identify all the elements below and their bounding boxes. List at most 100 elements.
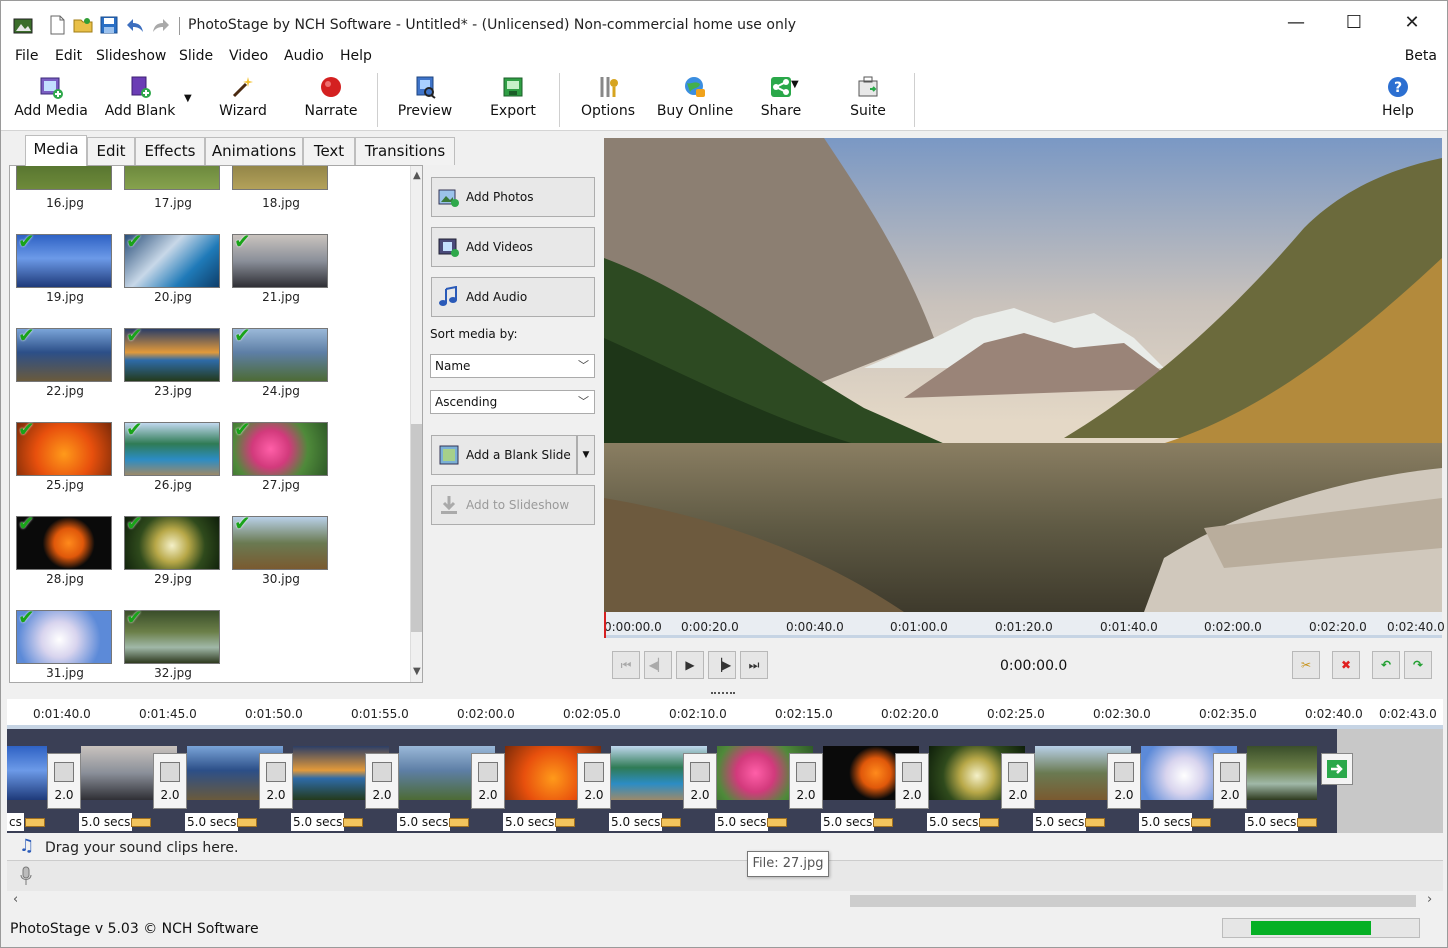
export-button[interactable]: Export <box>483 75 543 129</box>
tab-media[interactable]: Media <box>25 135 87 166</box>
media-thumbnail[interactable]: ✔ <box>16 229 112 288</box>
menu-slideshow[interactable]: Slideshow <box>96 48 166 64</box>
timeline-scrollbar[interactable]: ‹ › <box>7 891 1443 911</box>
media-thumbnail[interactable] <box>232 166 328 190</box>
cut-scissors-icon[interactable]: ✂ <box>1292 651 1320 679</box>
preview-button[interactable]: Preview <box>393 75 457 129</box>
options-button[interactable]: Options <box>575 75 641 129</box>
transition-block[interactable]: 2.0 <box>577 753 611 809</box>
media-thumbnail[interactable]: ✔ <box>16 323 112 382</box>
add-blank-button[interactable]: Add Blank <box>103 75 177 129</box>
narrate-button[interactable]: Narrate <box>299 75 363 129</box>
media-thumbnail[interactable]: ✔ <box>232 229 328 288</box>
transition-block[interactable]: 2.0 <box>895 753 929 809</box>
go-to-start-button[interactable]: ⏮ <box>612 651 640 679</box>
slide-duration[interactable]: 5.0 secs <box>1139 813 1193 831</box>
media-thumbnail[interactable]: ✔ <box>124 229 220 288</box>
media-thumbnail[interactable]: ✔ <box>124 605 220 664</box>
menu-audio[interactable]: Audio <box>284 48 324 64</box>
media-thumbnail[interactable]: ✔ <box>124 511 220 570</box>
slide-duration[interactable]: cs <box>7 813 24 831</box>
help-button[interactable]: ? Help <box>1375 75 1421 129</box>
add-videos-button[interactable]: Add Videos <box>431 227 595 267</box>
slide-duration[interactable]: 5.0 secs <box>291 813 345 831</box>
media-thumbnail[interactable]: ✔ <box>16 511 112 570</box>
add-blank-dropdown-icon[interactable]: ▼ <box>184 93 192 104</box>
scroll-up-icon[interactable]: ▲ <box>413 170 421 181</box>
add-photos-button[interactable]: Add Photos <box>431 177 595 217</box>
transition-block[interactable]: 2.0 <box>259 753 293 809</box>
maximize-button[interactable]: ☐ <box>1325 1 1383 45</box>
tab-effects[interactable]: Effects <box>135 137 205 165</box>
go-to-end-button[interactable]: ⏭ <box>740 651 768 679</box>
play-button[interactable]: ▶ <box>676 651 704 679</box>
tab-transitions[interactable]: Transitions <box>355 137 455 165</box>
menu-help[interactable]: Help <box>340 48 372 64</box>
delete-icon[interactable]: ✖ <box>1332 651 1360 679</box>
buy-online-button[interactable]: Buy Online <box>655 75 735 129</box>
media-thumbnail[interactable]: ✔ <box>232 323 328 382</box>
tab-edit[interactable]: Edit <box>87 137 135 165</box>
pane-splitter[interactable] <box>1 689 1447 699</box>
timeline-slide[interactable] <box>1247 746 1317 800</box>
wizard-button[interactable]: Wizard <box>213 75 273 129</box>
slide-duration[interactable]: 5.0 secs <box>715 813 769 831</box>
end-of-slideshow-button[interactable] <box>1321 753 1353 785</box>
slide-duration[interactable]: 5.0 secs <box>79 813 133 831</box>
save-icon[interactable] <box>99 15 119 35</box>
undo-icon[interactable] <box>125 15 145 35</box>
previous-frame-button[interactable]: ◀▏ <box>644 651 672 679</box>
transition-block[interactable]: 2.0 <box>1107 753 1141 809</box>
minimize-button[interactable]: — <box>1267 1 1325 45</box>
media-thumbnail[interactable] <box>16 166 112 190</box>
media-scrollbar-thumb[interactable] <box>411 424 422 632</box>
next-frame-button[interactable]: ▕▶ <box>708 651 736 679</box>
menu-video[interactable]: Video <box>229 48 268 64</box>
voice-track[interactable] <box>7 861 1443 891</box>
timeline-ruler[interactable]: 0:01:40.0 0:01:45.0 0:01:50.0 0:01:55.0 … <box>7 699 1443 729</box>
slide-duration[interactable]: 5.0 secs <box>503 813 557 831</box>
timeline-slide[interactable] <box>7 746 47 800</box>
slide-duration[interactable]: 5.0 secs <box>1033 813 1087 831</box>
rotate-right-icon[interactable]: ↷ <box>1404 651 1432 679</box>
menu-file[interactable]: File <box>15 48 38 64</box>
rotate-left-icon[interactable]: ↶ <box>1372 651 1400 679</box>
preview-time-ruler[interactable]: 0:00:00.0 0:00:20.0 0:00:40.0 0:01:00.0 … <box>604 612 1445 638</box>
transition-block[interactable]: 2.0 <box>47 753 81 809</box>
transition-block[interactable]: 2.0 <box>1213 753 1247 809</box>
slide-duration[interactable]: 5.0 secs <box>1245 813 1299 831</box>
tab-text[interactable]: Text <box>303 137 355 165</box>
transition-block[interactable]: 2.0 <box>365 753 399 809</box>
add-audio-button[interactable]: Add Audio <box>431 277 595 317</box>
share-button[interactable]: Share <box>753 75 809 129</box>
slide-duration[interactable]: 5.0 secs <box>609 813 663 831</box>
slide-duration[interactable]: 5.0 secs <box>927 813 981 831</box>
media-thumbnail[interactable]: ✔ <box>232 417 328 476</box>
playhead[interactable] <box>604 612 606 638</box>
scroll-down-icon[interactable]: ▼ <box>413 666 421 677</box>
open-folder-icon[interactable] <box>73 15 93 35</box>
transition-block[interactable]: 2.0 <box>683 753 717 809</box>
redo-icon[interactable] <box>151 15 171 35</box>
media-thumbnail[interactable]: ✔ <box>124 417 220 476</box>
add-to-slideshow-button[interactable]: Add to Slideshow <box>431 485 595 525</box>
media-thumbnail[interactable]: ✔ <box>16 605 112 664</box>
media-thumbnail[interactable]: ✔ <box>16 417 112 476</box>
menu-edit[interactable]: Edit <box>55 48 82 64</box>
add-blank-slide-dropdown[interactable]: ▼ <box>577 435 595 475</box>
transition-block[interactable]: 2.0 <box>153 753 187 809</box>
close-button[interactable]: ✕ <box>1383 1 1441 45</box>
scroll-left-icon[interactable]: ‹ <box>13 892 18 907</box>
slide-duration[interactable]: 5.0 secs <box>397 813 451 831</box>
transition-block[interactable]: 2.0 <box>471 753 505 809</box>
transition-block[interactable]: 2.0 <box>1001 753 1035 809</box>
sort-order-select[interactable]: Ascending ﹀ <box>430 390 595 414</box>
transition-block[interactable]: 2.0 <box>789 753 823 809</box>
add-media-button[interactable]: Add Media <box>9 75 93 129</box>
add-blank-slide-button[interactable]: Add a Blank Slide <box>431 435 577 475</box>
timeline-scrollbar-thumb[interactable] <box>850 895 1416 907</box>
sort-field-select[interactable]: Name ﹀ <box>430 354 595 378</box>
sound-track[interactable]: ♫ Drag your sound clips here. <box>7 833 1443 861</box>
scroll-right-icon[interactable]: › <box>1427 892 1432 907</box>
new-file-icon[interactable] <box>47 15 67 35</box>
